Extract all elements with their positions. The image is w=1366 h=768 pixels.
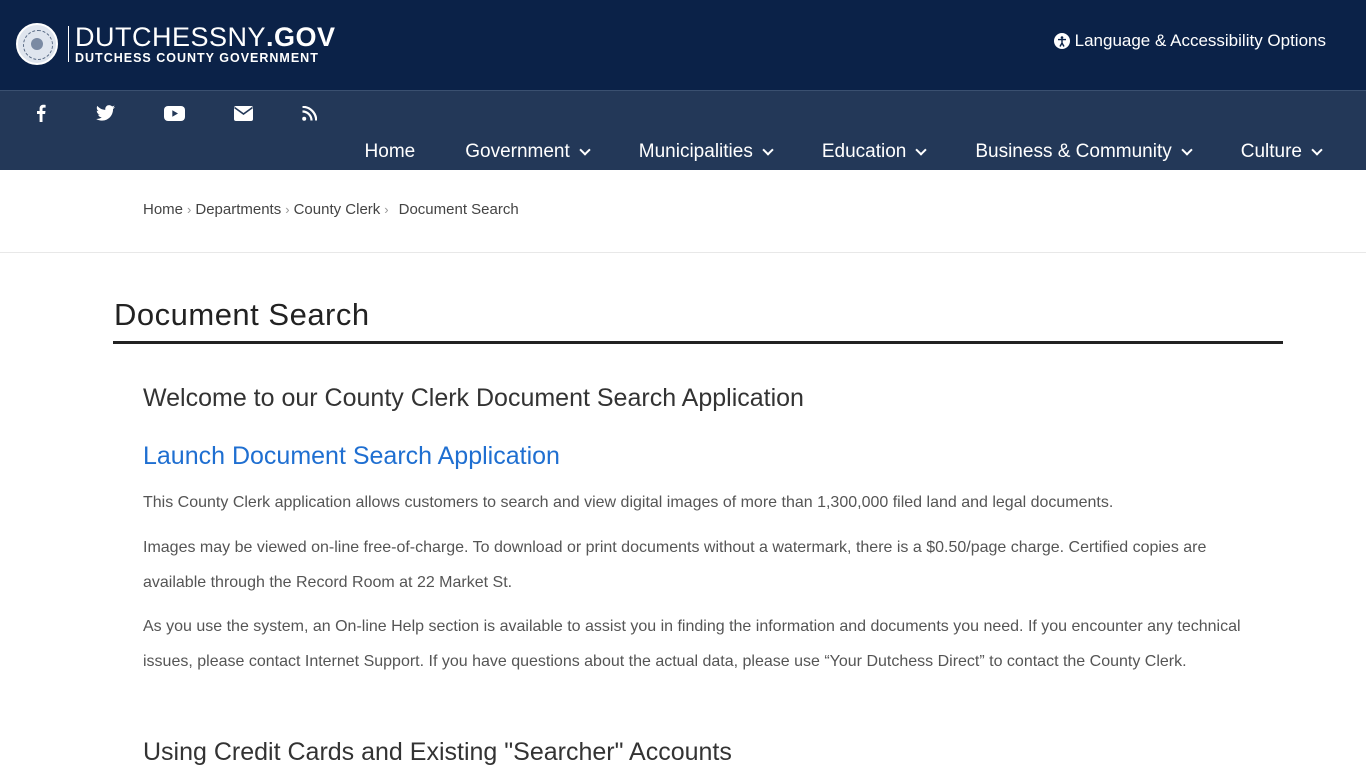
chevron-down-icon [762, 143, 774, 156]
youtube-icon[interactable] [162, 101, 186, 125]
language-accessibility-link[interactable]: Language & Accessibility Options [1053, 31, 1326, 51]
twitter-icon[interactable] [93, 101, 117, 125]
facebook-icon[interactable] [29, 101, 53, 125]
logo-site-name-tld: .GOV [266, 22, 336, 52]
logo-site-name-main: DUTCHESSNY [75, 22, 267, 52]
top-header: DUTCHESSNY.GOV DUTCHESS COUNTY GOVERNMEN… [0, 0, 1366, 90]
county-seal-icon [16, 23, 58, 65]
rss-icon[interactable] [297, 101, 321, 125]
nav-business-community-label: Business & Community [975, 141, 1172, 162]
logo-subtitle: DUTCHESS COUNTY GOVERNMENT [75, 51, 319, 65]
title-divider [113, 341, 1283, 344]
nav-business-community[interactable]: Business & Community [975, 141, 1193, 163]
breadcrumb: Home › Departments › County Clerk › Docu… [143, 201, 519, 218]
chevron-down-icon [1311, 143, 1323, 156]
nav-education[interactable]: Education [821, 141, 928, 163]
breadcrumb-county-clerk[interactable]: County Clerk [294, 201, 381, 218]
main-menu: Home Government Municipalities Education… [365, 141, 1323, 163]
nav-home-label: Home [364, 141, 416, 162]
chevron-down-icon [579, 143, 591, 156]
fees-paragraph: Images may be viewed on-line free-of-cha… [143, 539, 1207, 591]
nav-culture-label: Culture [1240, 141, 1302, 162]
logo-site-name: DUTCHESSNY.GOV [75, 23, 336, 51]
main-navbar: Home Government Municipalities Education… [0, 90, 1366, 170]
chevron-down-icon [1181, 143, 1193, 156]
nav-education-label: Education [821, 141, 907, 162]
site-logo[interactable]: DUTCHESSNY.GOV DUTCHESS COUNTY GOVERNMEN… [16, 23, 336, 65]
chevron-right-icon: › [285, 202, 290, 217]
language-accessibility-label: Language & Accessibility Options [1074, 31, 1326, 50]
welcome-heading: Welcome to our County Clerk Document Sea… [143, 384, 804, 412]
breadcrumb-current: Document Search [398, 201, 519, 218]
email-icon[interactable] [231, 101, 255, 125]
breadcrumb-departments[interactable]: Departments [195, 201, 281, 218]
help-paragraph: As you use the system, an On-line Help s… [143, 618, 1241, 670]
logo-divider [68, 26, 69, 62]
nav-government-label: Government [465, 141, 570, 162]
chevron-down-icon [915, 143, 928, 156]
nav-municipalities[interactable]: Municipalities [638, 141, 774, 163]
nav-municipalities-label: Municipalities [638, 141, 753, 162]
page-title: Document Search [114, 297, 370, 332]
credit-cards-heading: Using Credit Cards and Existing "Searche… [143, 738, 732, 766]
launch-application-link[interactable]: Launch Document Search Application [143, 442, 560, 471]
breadcrumb-home[interactable]: Home [143, 201, 183, 218]
breadcrumb-bar: Home › Departments › County Clerk › Docu… [0, 170, 1366, 253]
chevron-right-icon: › [384, 202, 389, 217]
intro-paragraph: This County Clerk application allows cus… [143, 494, 1114, 511]
accessibility-icon [1053, 33, 1070, 49]
nav-home[interactable]: Home [365, 141, 416, 163]
nav-culture[interactable]: Culture [1240, 141, 1323, 163]
chevron-right-icon: › [187, 202, 192, 217]
nav-government[interactable]: Government [465, 141, 591, 163]
logo-text: DUTCHESSNY.GOV DUTCHESS COUNTY GOVERNMEN… [75, 23, 336, 65]
